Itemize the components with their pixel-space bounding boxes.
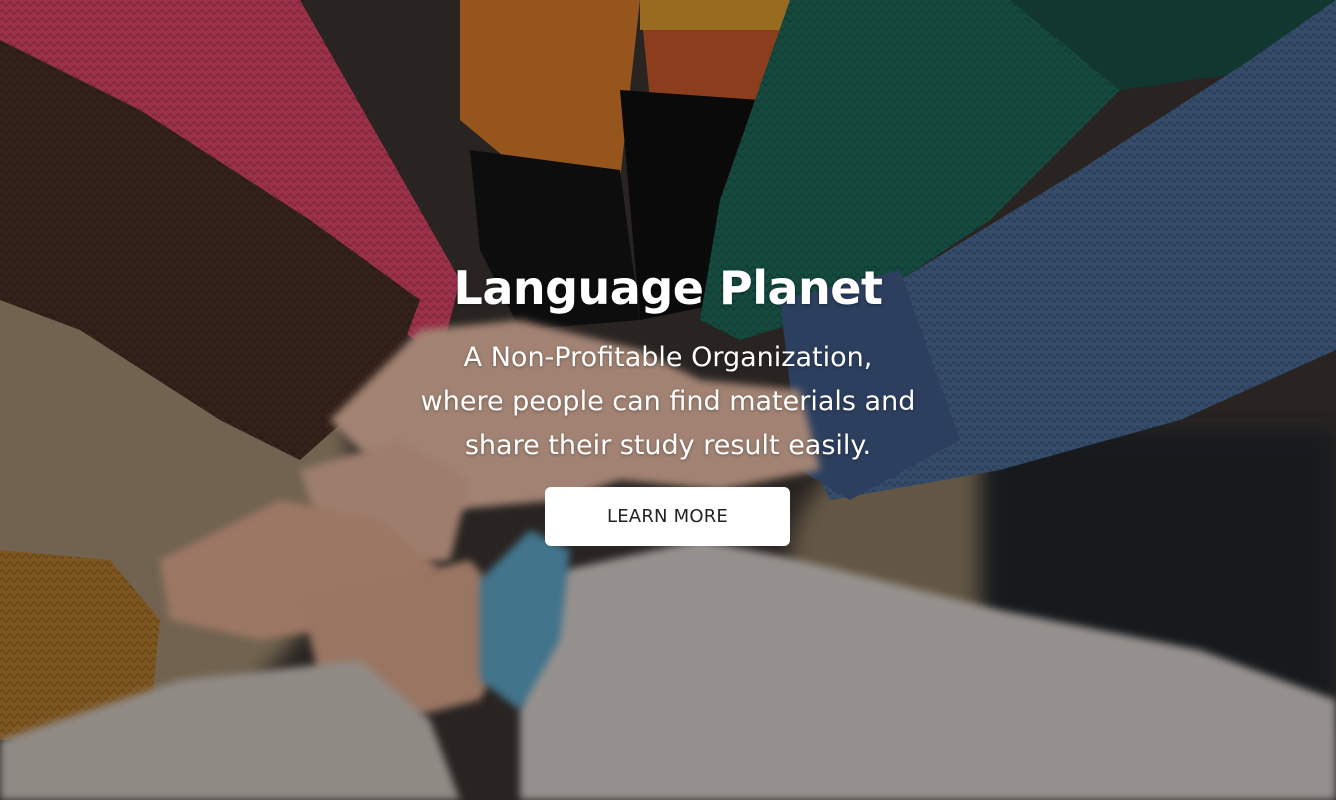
hero-section: Language Planet A Non-Profitable Organiz… (0, 0, 1336, 800)
hero-title: Language Planet (453, 261, 883, 315)
hero-subtitle: A Non-Profitable Organization, where peo… (420, 342, 916, 461)
learn-more-button[interactable]: LEARN MORE (545, 487, 790, 546)
hero-content: Language Planet A Non-Profitable Organiz… (0, 0, 1336, 800)
